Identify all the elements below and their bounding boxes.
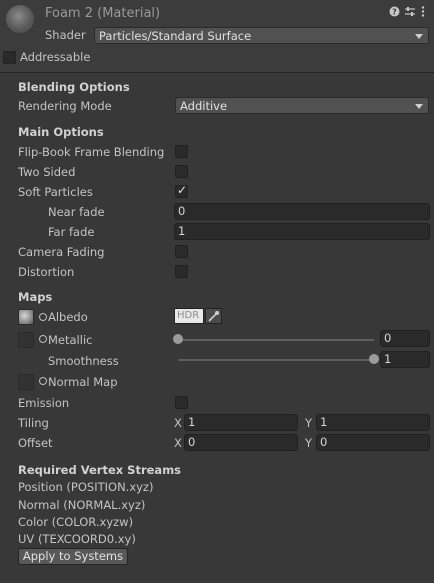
rendering-mode-value: Additive (180, 99, 228, 113)
offset-x-label: X (174, 436, 182, 450)
chevron-down-icon (415, 34, 423, 39)
addressable-label: Addressable (20, 50, 91, 64)
metallic-input[interactable]: 0 (380, 330, 430, 347)
flipbook-label: Flip-Book Frame Blending (18, 145, 165, 159)
metallic-slider-handle[interactable] (173, 334, 183, 344)
far-fade-label: Far fade (48, 225, 95, 239)
shader-label: Shader (45, 28, 86, 42)
material-title: Foam 2 (Material) (45, 6, 161, 21)
apply-to-systems-button[interactable]: Apply to Systems (18, 548, 128, 565)
near-fade-input[interactable]: 0 (174, 203, 430, 220)
tiling-x-label: X (174, 416, 182, 430)
maps-heading: Maps (18, 290, 53, 304)
camera-fading-label: Camera Fading (18, 245, 105, 259)
hdr-label: HDR (177, 310, 200, 321)
two-sided-checkbox[interactable] (175, 165, 188, 178)
addressable-checkbox[interactable] (3, 51, 16, 64)
material-preview-thumbnail (6, 5, 34, 33)
eyedropper-button[interactable] (205, 308, 222, 324)
vertex-stream-item: Normal (NORMAL.xyz) (18, 498, 146, 512)
two-sided-label: Two Sided (18, 165, 76, 179)
object-picker-icon[interactable] (39, 335, 47, 343)
chevron-down-icon (415, 104, 423, 109)
offset-label: Offset (18, 436, 53, 450)
camera-fading-checkbox[interactable] (175, 245, 188, 258)
albedo-color-swatch[interactable]: HDR (174, 308, 204, 324)
smoothness-slider-handle[interactable] (369, 354, 379, 364)
shader-dropdown[interactable]: Particles/Standard Surface (94, 27, 429, 44)
flipbook-checkbox[interactable] (175, 145, 188, 158)
emission-label: Emission (18, 396, 70, 410)
shader-value: Particles/Standard Surface (99, 29, 252, 43)
help-icon[interactable]: ? (389, 6, 400, 20)
far-fade-input[interactable]: 1 (174, 223, 430, 240)
distortion-checkbox[interactable] (175, 265, 188, 278)
eyedropper-icon (208, 311, 219, 322)
tiling-x-input[interactable]: 1 (184, 414, 298, 431)
vertex-stream-item: Position (POSITION.xyz) (18, 480, 154, 494)
albedo-label: Albedo (48, 310, 88, 324)
main-options-heading: Main Options (18, 125, 104, 139)
metallic-label: Metallic (48, 333, 93, 347)
normal-map-texture-slot[interactable] (18, 374, 34, 390)
soft-particles-label: Soft Particles (18, 185, 93, 199)
smoothness-input[interactable]: 1 (380, 351, 430, 368)
more-icon[interactable] (421, 6, 425, 20)
object-picker-icon[interactable] (39, 313, 47, 321)
material-header: Foam 2 (Material) ? Shader Particles/Sta… (0, 0, 434, 73)
distortion-label: Distortion (18, 265, 75, 279)
rendering-mode-dropdown[interactable]: Additive (175, 97, 429, 114)
tiling-y-input[interactable]: 1 (316, 414, 430, 431)
smoothness-slider[interactable] (178, 359, 374, 361)
near-fade-label: Near fade (48, 205, 105, 219)
metallic-texture-slot[interactable] (18, 332, 34, 348)
tiling-label: Tiling (18, 416, 49, 430)
rendering-mode-label: Rendering Mode (18, 99, 112, 113)
svg-text:?: ? (392, 8, 397, 17)
smoothness-label: Smoothness (48, 354, 119, 368)
emission-checkbox[interactable] (175, 396, 188, 409)
offset-y-label: Y (305, 436, 313, 450)
offset-x-input[interactable]: 0 (184, 434, 298, 451)
checkmark-icon: ✓ (177, 183, 188, 197)
blending-options-heading: Blending Options (18, 80, 130, 94)
object-picker-icon[interactable] (39, 377, 47, 385)
tiling-y-label: Y (305, 416, 313, 430)
vertex-streams-heading: Required Vertex Streams (18, 463, 182, 477)
offset-y-input[interactable]: 0 (316, 434, 430, 451)
preset-icon[interactable] (404, 6, 416, 20)
vertex-stream-item: UV (TEXCOORD0.xy) (18, 532, 136, 546)
normal-map-label: Normal Map (48, 375, 118, 389)
vertex-stream-item: Color (COLOR.xyzw) (18, 515, 134, 529)
albedo-texture-slot[interactable] (18, 309, 34, 325)
metallic-slider[interactable] (178, 339, 374, 341)
soft-particles-checkbox[interactable]: ✓ (175, 183, 188, 198)
